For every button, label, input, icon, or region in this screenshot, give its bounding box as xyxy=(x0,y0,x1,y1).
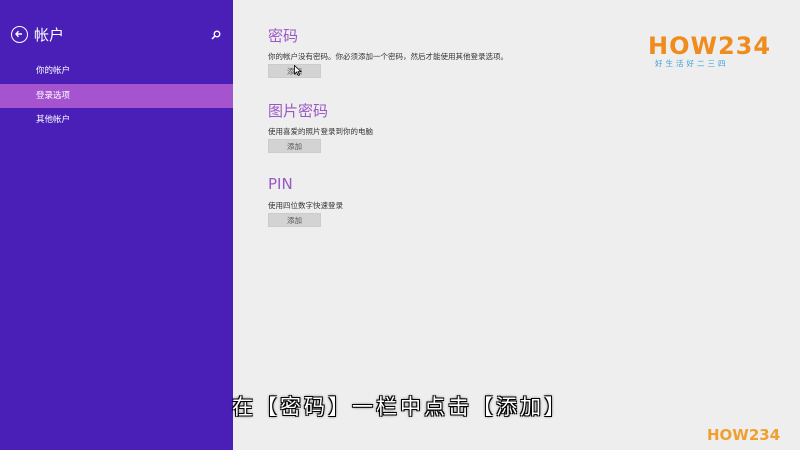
watermark-logo: HOW234 xyxy=(707,426,780,444)
svg-text:HOW234: HOW234 xyxy=(707,426,780,444)
picture-password-section-desc: 使用喜爱的照片登录到你的电脑 xyxy=(268,127,373,136)
svg-text:HOW234: HOW234 xyxy=(648,32,771,59)
add-pin-button[interactable]: 添加 xyxy=(268,213,321,227)
sidebar-item-other-accounts[interactable]: 其他帐户 xyxy=(0,108,233,132)
pin-section-desc: 使用四位数字快速登录 xyxy=(268,201,343,210)
picture-password-section-title: 图片密码 xyxy=(268,102,329,120)
how234-logo: HOW234 xyxy=(648,32,771,59)
password-section-title: 密码 xyxy=(268,27,299,45)
password-section-desc: 你的帐户没有密码。你必须添加一个密码，然后才能使用其他登录选项。 xyxy=(268,52,508,61)
search-icon[interactable] xyxy=(211,30,221,40)
sidebar-item-your-account[interactable]: 你的帐户 xyxy=(0,59,233,83)
back-arrow-icon[interactable] xyxy=(11,26,28,43)
logo-subtitle: 好生活好二三四 xyxy=(655,59,729,68)
pin-section-title: PIN xyxy=(268,175,293,193)
sidebar-item-sign-in-options[interactable]: 登录选项 xyxy=(0,84,233,108)
add-picture-password-button[interactable]: 添加 xyxy=(268,139,321,153)
sidebar-title: 帐户 xyxy=(34,26,65,44)
sidebar: 帐户 你的帐户 登录选项 其他帐户 xyxy=(0,0,233,450)
mouse-cursor-icon xyxy=(294,65,302,76)
subtitle-caption: 在【密码】一栏中点击【添加】 xyxy=(232,395,568,419)
